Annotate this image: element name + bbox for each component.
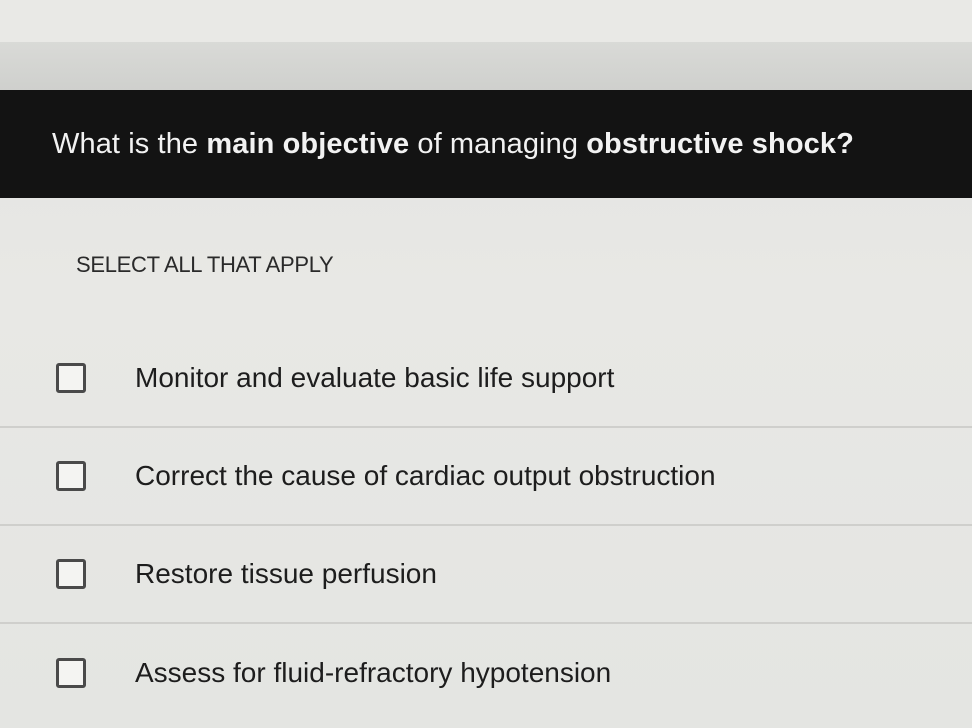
checkbox[interactable] <box>56 559 86 589</box>
top-strip <box>0 0 972 42</box>
select-all-instruction: SELECT ALL THAT APPLY <box>76 252 334 277</box>
answer-option[interactable]: Correct the cause of cardiac output obst… <box>0 428 972 526</box>
question-part: of managing <box>409 127 587 160</box>
answer-option[interactable]: Assess for fluid-refractory hypotension <box>0 624 972 722</box>
question-emphasis: main objective <box>206 127 410 160</box>
question-header: What is the main objective of managing o… <box>0 90 972 198</box>
answer-options: Monitor and evaluate basic life support … <box>0 330 972 722</box>
question-part: What is the <box>52 127 207 160</box>
option-label: Assess for fluid-refractory hypotension <box>135 657 612 688</box>
answer-option[interactable]: Restore tissue perfusion <box>0 526 972 624</box>
checkbox[interactable] <box>56 363 86 393</box>
option-label: Restore tissue perfusion <box>135 558 437 589</box>
answer-option[interactable]: Monitor and evaluate basic life support <box>0 330 972 428</box>
option-label: Correct the cause of cardiac output obst… <box>135 460 716 491</box>
option-label: Monitor and evaluate basic life support <box>135 362 615 393</box>
quiz-page: What is the main objective of managing o… <box>0 0 972 728</box>
checkbox[interactable] <box>56 658 86 688</box>
top-band <box>0 42 972 90</box>
question-emphasis: obstructive shock? <box>586 127 854 160</box>
checkbox[interactable] <box>56 461 86 491</box>
question-text: What is the main objective of managing o… <box>52 128 854 161</box>
